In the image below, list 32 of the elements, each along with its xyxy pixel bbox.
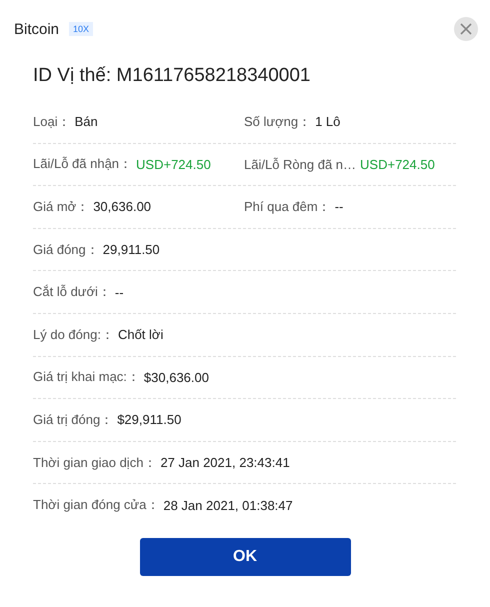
field-label: Lãi/Lỗ Ròng đã n… (244, 156, 356, 172)
field-label: Loại： (33, 112, 71, 131)
field-value: 28 Jan 2021, 01:38:47 (163, 498, 293, 513)
field-value: -- (114, 284, 124, 300)
field-label: Lãi/Lỗ đã nhận： (33, 155, 132, 174)
field-label: Thời gian giao dịch： (33, 454, 156, 472)
field-label: Giá mở： (33, 198, 90, 216)
field-value: Chốt lời (118, 327, 164, 342)
field-value: $29,911.50 (117, 412, 182, 428)
field-value: 29,911.50 (102, 242, 160, 258)
field-value: USD+724.50 (136, 156, 211, 172)
field-value: 27 Jan 2021, 23:43:41 (160, 455, 290, 470)
position-id: ID Vị thế: M16117658218340001 (32, 64, 312, 88)
field-label: Phí qua đêm： (244, 198, 331, 216)
field-value: $30,636.00 (144, 370, 209, 385)
field-label: Cắt lỗ dưới： (33, 283, 111, 302)
field-value: Bán (74, 114, 98, 130)
field-value: 1 Lô (315, 114, 340, 130)
field-value: -- (334, 199, 344, 214)
ok-button[interactable]: OK (140, 538, 350, 576)
field-label: Giá trị khai mạc:： (33, 368, 140, 386)
field-label: Thời gian đóng cửa： (33, 496, 160, 514)
dialog-title: Bitcoin (14, 20, 60, 38)
field-value: 30,636.00 (93, 199, 152, 214)
field-label: Lý do đóng:： (33, 326, 114, 344)
close-button[interactable] (454, 17, 478, 41)
close-icon (460, 23, 472, 35)
field-value: USD+724.50 (360, 156, 435, 172)
leverage-badge: 10X (69, 22, 94, 36)
field-label: Giá trị đóng： (33, 410, 114, 429)
field-label: Giá đóng： (33, 240, 99, 259)
field-label: Số lượng： (244, 112, 312, 131)
